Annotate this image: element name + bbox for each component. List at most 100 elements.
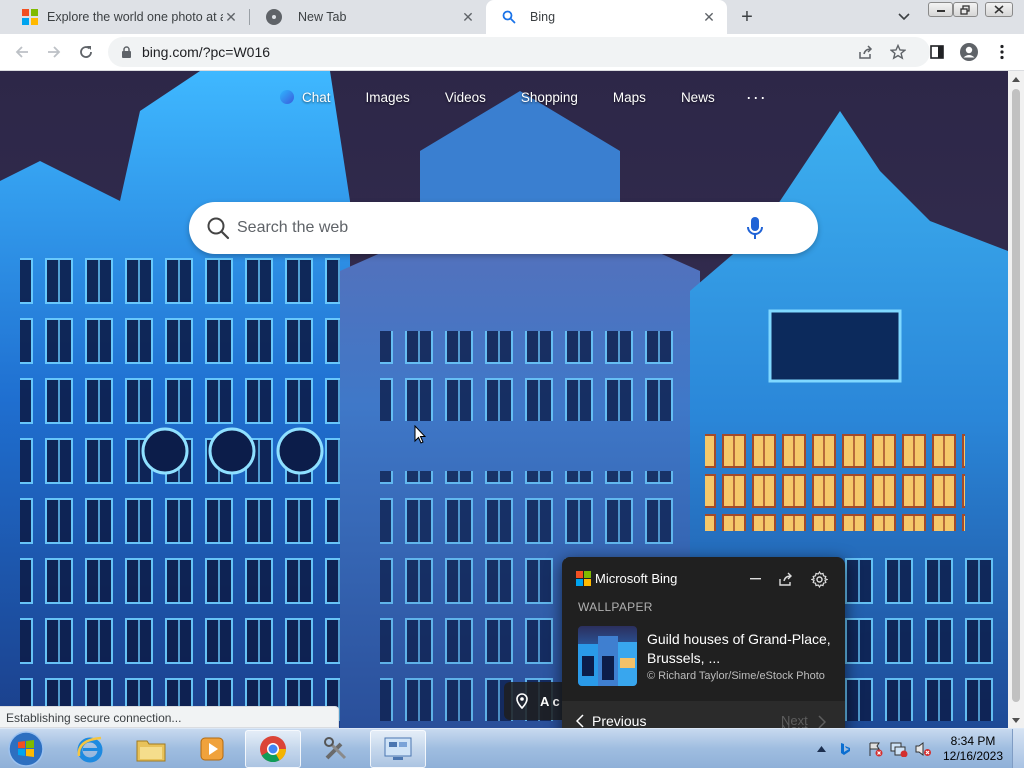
volume-muted-icon [915,742,931,756]
tray-action-center-icon[interactable] [866,740,884,758]
star-icon [890,44,906,60]
close-icon [994,5,1004,14]
search-box[interactable]: Search the web [189,202,818,254]
arrow-left-icon [15,46,28,58]
taskbar-chrome[interactable] [245,730,301,768]
flyout-minimize-button[interactable] [744,568,766,590]
flyout-share-button[interactable] [775,568,797,590]
avatar-icon [960,43,978,61]
more-menu-button[interactable]: ··· [746,88,767,106]
microphone-icon[interactable] [744,215,766,241]
nav-videos[interactable]: Videos [445,90,486,105]
taskbar-tools[interactable] [308,730,364,768]
side-panel-icon [930,45,944,59]
taskbar-media-player[interactable] [184,730,240,768]
share-icon [859,45,873,59]
scroll-down-button[interactable] [1008,712,1024,728]
tray-show-hidden-button[interactable] [812,740,830,758]
tab-search-button[interactable] [893,7,915,27]
file-explorer-icon [136,740,166,762]
scroll-thumb[interactable] [1012,89,1020,702]
profile-button[interactable] [955,38,983,66]
taskbar-internet-explorer[interactable] [62,730,118,768]
tab-strip: Explore the world one photo at a ✕ New T… [0,0,1024,34]
url-text: bing.com/?pc=W016 [142,44,271,60]
taskbar-control-panel[interactable] [370,730,426,768]
clock-date: 12/16/2023 [942,749,1004,763]
nav-images[interactable]: Images [366,90,410,105]
nav-chat[interactable]: Chat [280,90,331,105]
previous-wallpaper-button[interactable]: Previous [576,713,646,729]
menu-button[interactable] [988,38,1016,66]
wallpaper-thumbnail[interactable] [578,626,637,686]
status-bubble: Establishing secure connection... [0,706,339,728]
chevron-left-icon [576,714,584,728]
close-icon[interactable]: ✕ [701,9,717,25]
tray-volume-icon[interactable] [914,740,932,758]
location-label: A c [540,693,560,709]
microsoft-logo-icon [22,9,38,25]
reload-button[interactable] [72,38,100,66]
nav-shopping[interactable]: Shopping [521,90,578,105]
page-scrollbar[interactable] [1008,71,1024,728]
chevron-down-icon [898,13,910,21]
side-panel-button[interactable] [923,38,951,66]
bing-homepage: Chat Images Videos Shopping Maps News ··… [0,71,1008,728]
chrome-icon [260,736,287,763]
clock-time: 8:34 PM [950,734,996,748]
back-button[interactable] [8,38,36,66]
tab-title: Explore the world one photo at a [47,10,223,24]
search-input[interactable]: Search the web [237,219,744,237]
close-icon[interactable]: ✕ [460,9,476,25]
minimize-button[interactable] [928,2,953,17]
scroll-up-button[interactable] [1008,71,1024,87]
show-desktop-button[interactable] [1012,729,1024,768]
bookmark-button[interactable] [884,38,912,66]
minimize-icon [749,578,761,580]
share-button[interactable] [852,38,880,66]
location-pin-icon [516,693,528,709]
tab-title: New Tab [298,10,347,24]
browser-toolbar: bing.com/?pc=W016 [0,34,1024,71]
flyout-settings-button[interactable] [808,568,830,590]
nav-label: Chat [302,89,331,105]
start-button[interactable] [4,730,48,768]
tab-explore[interactable]: Explore the world one photo at a ✕ [6,0,249,34]
minimize-icon [936,9,945,12]
lock-icon[interactable] [119,45,133,59]
windows-start-icon [8,731,44,767]
close-window-button[interactable] [985,2,1013,17]
flyout-header: Microsoft Bing [576,571,677,586]
microsoft-logo-icon [576,571,591,586]
address-bar[interactable]: bing.com/?pc=W016 [108,37,930,67]
wallpaper-credit: © Richard Taylor/Sime/eStock Photo [647,670,825,682]
internet-explorer-icon [77,736,103,763]
bing-wallpaper-flyout: Microsoft Bing WALLPAPER Guild houses of… [562,557,845,744]
restore-button[interactable] [953,2,978,17]
close-icon[interactable]: ✕ [223,9,239,25]
bing-wallpaper-icon [841,743,850,755]
more-vert-icon [1000,44,1004,60]
nav-news[interactable]: News [681,90,715,105]
network-icon [890,742,908,757]
wallpaper-title[interactable]: Guild houses of Grand-Place, Brussels, .… [647,630,837,668]
wallpaper-section-label: WALLPAPER [578,600,653,614]
new-tab-button[interactable]: + [734,5,760,29]
control-panel-icon [384,737,412,760]
arrow-up-icon [1012,76,1020,82]
tools-icon [324,737,347,760]
taskbar-file-explorer[interactable] [123,730,179,768]
tray-network-icon[interactable] [890,740,908,758]
tab-bing[interactable]: Bing ✕ [486,0,727,34]
clock[interactable]: 8:34 PM 12/16/2023 [941,734,1005,764]
bing-search-icon [502,10,516,24]
taskbar: 8:34 PM 12/16/2023 [0,728,1024,768]
forward-button[interactable] [40,38,68,66]
tray-bing-icon[interactable] [836,740,854,758]
tab-new-tab[interactable]: New Tab ✕ [250,0,486,34]
chrome-icon [266,9,282,25]
arrow-right-icon [48,46,61,58]
nav-maps[interactable]: Maps [613,90,646,105]
gear-icon [810,570,828,588]
tab-title: Bing [530,10,556,24]
